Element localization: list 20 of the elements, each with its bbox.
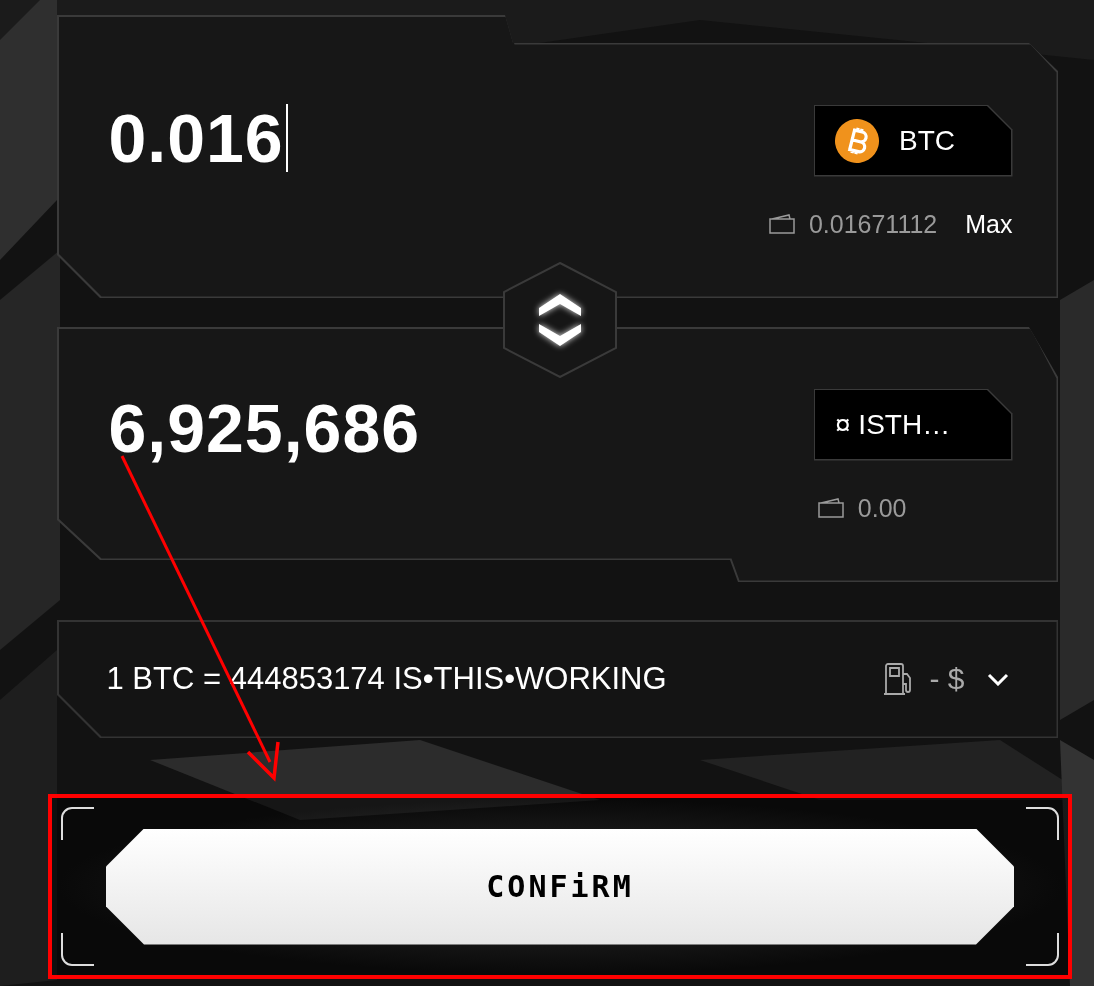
token-selector[interactable]: ¤ ISTH… — [815, 390, 1011, 459]
corner-bracket-icon — [1024, 806, 1060, 842]
token-selector[interactable]: BTC — [815, 106, 1011, 175]
amount-field[interactable]: 6,925,686 — [108, 388, 420, 467]
max-button[interactable]: Max — [965, 209, 1013, 239]
corner-bracket-icon — [1024, 931, 1060, 967]
wallet-icon — [768, 214, 795, 234]
expand-button[interactable] — [986, 672, 1009, 686]
amount-field[interactable]: 0.016 — [108, 98, 288, 177]
corner-bracket-icon — [60, 806, 96, 842]
balance-value: 0.01671112 — [808, 209, 938, 239]
gas-fee: - $ — [929, 662, 965, 696]
exchange-rate: 1 BTC = 444853174 IS•THIS•WORKING — [106, 661, 667, 697]
bitcoin-icon — [835, 118, 879, 163]
balance-value: 0.00 — [857, 493, 907, 523]
corner-bracket-icon — [60, 931, 96, 967]
wallet-icon — [817, 498, 844, 518]
confirm-button[interactable]: CONFiRM — [106, 828, 1014, 945]
chevron-icon — [986, 672, 1009, 686]
swap-button[interactable] — [503, 262, 617, 378]
